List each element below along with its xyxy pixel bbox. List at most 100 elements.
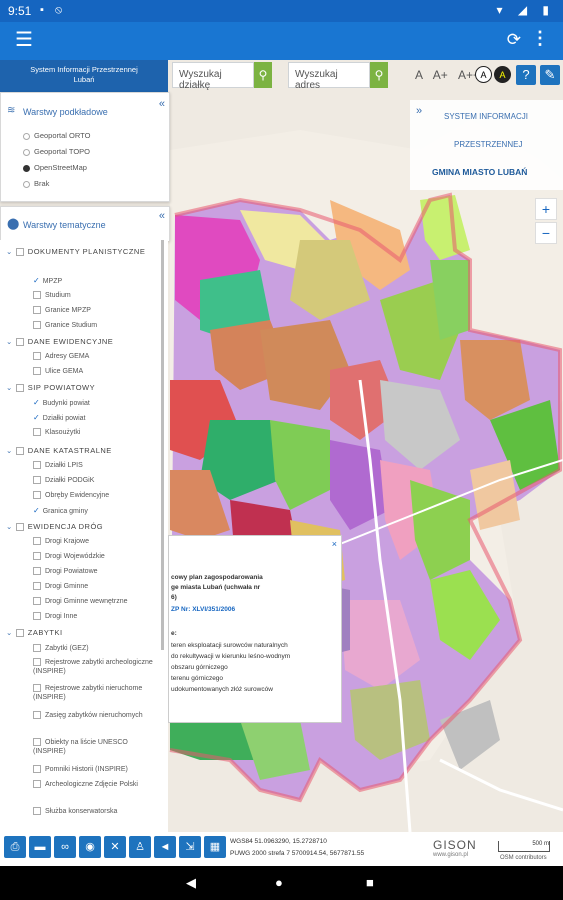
close-icon[interactable]: × [332, 539, 337, 549]
info-line-1: SYSTEM INFORMACJI [444, 112, 529, 121]
layers-icon: ≋ [7, 105, 16, 116]
contrast-normal-button[interactable]: A [475, 66, 492, 83]
font-medium-button[interactable]: A+ [433, 68, 448, 82]
layer-drogi-gminne[interactable]: Drogi Gminne [33, 582, 155, 591]
refresh-icon[interactable]: ⟳ [507, 30, 521, 50]
coords-puwg: PUWG 2000 strefa 7 5700914.54, 5677871.5… [230, 850, 365, 857]
zoom-in-button[interactable]: + [535, 198, 557, 220]
popup-desc-line: udokumentowanych złóż surowców [171, 686, 273, 693]
popup-desc-line: do rekultywacji w kierunku leśno-wodnym [171, 653, 291, 660]
layer-ulice[interactable]: Ulice GEMA [33, 367, 155, 376]
coords-wgs84: WGS84 51.0963290, 15.2728710 [230, 838, 327, 845]
layer-budynki[interactable]: ✓ Budynki powiat [33, 398, 155, 408]
map-book-icon[interactable]: ▦ [204, 836, 226, 858]
layer-studium[interactable]: Studium [33, 291, 155, 300]
layer-drogi-powiatowe[interactable]: Drogi Powiatowe [33, 567, 155, 576]
group-dokumenty[interactable]: ⌄ DOKUMENTY PLANISTYCZNE [6, 247, 145, 257]
layer-pomniki-historii[interactable]: Pomniki Historii (INSPIRE) [33, 765, 155, 774]
zoom-out-button[interactable]: − [535, 222, 557, 244]
collapse-base-icon[interactable]: « [159, 98, 165, 110]
thematic-layers-header: ⬤ Warstwy tematyczne « [0, 206, 170, 241]
layer-sluzba-konserwatorska[interactable]: Służba konserwatorska [33, 807, 155, 816]
group-sip-powiatowy[interactable]: ⌄ SIP POWIATOWY [6, 383, 95, 393]
base-layer-option[interactable]: Brak [23, 179, 49, 188]
locate-icon[interactable]: ◉ [79, 836, 101, 858]
font-small-button[interactable]: A [415, 68, 422, 82]
base-layers-title: Warstwy podkładowe [23, 107, 108, 117]
expand-panel-icon[interactable]: » [416, 105, 422, 117]
recents-icon[interactable]: ■ [366, 875, 374, 890]
gison-url: www.gison.pl [433, 852, 469, 858]
layer-adresy[interactable]: Adresy GEMA [33, 352, 155, 361]
notification-icons: ▪ ⦸ [40, 4, 67, 16]
layer-granica-gminy[interactable]: ✓ Granica gminy [33, 506, 155, 516]
menu-icon[interactable]: ☰ [15, 30, 35, 50]
plot-search-icon[interactable]: ⚲ [254, 62, 272, 88]
tools-icon[interactable]: ✎ [540, 65, 560, 85]
layer-zasieg-zabytkow[interactable]: Zasięg zabytków nieruchomych [33, 711, 155, 720]
layer-drogi-wewnetrzne[interactable]: Drogi Gminne wewnętrzne [33, 597, 155, 606]
layer-podgik[interactable]: Działki PODGiK [33, 476, 155, 485]
link-icon[interactable]: ∞ [54, 836, 76, 858]
layer-tree-scrollbar[interactable] [161, 240, 164, 650]
layer-azp[interactable]: Archeologiczne Zdjęcie Polski [33, 780, 155, 789]
navigate-icon[interactable]: ◄ [154, 836, 176, 858]
plot-search-input[interactable]: Wyszukaj działkę [172, 62, 254, 91]
layer-tree: ⌄ DOKUMENTY PLANISTYCZNE ✓ MPZP Studium Gr… [0, 240, 168, 832]
layer-drogi-inne[interactable]: Drogi Inne [33, 612, 155, 621]
layer-granice-studium[interactable]: Granice Studium [33, 321, 155, 330]
group-katastralne[interactable]: ⌄ DANE KATASTRALNE [6, 446, 112, 456]
layer-drogi-wojewodzkie[interactable]: Drogi Wojewódzkie [33, 552, 155, 561]
group-ewidencyjne[interactable]: ⌄ DANE EWIDENCYJNE [6, 337, 113, 347]
address-search-input[interactable]: Wyszukaj adres [288, 62, 370, 91]
streetview-icon[interactable]: ♙ [129, 836, 151, 858]
layer-zabytki-archeo[interactable]: Rejestrowe zabytki archeologiczne (INSPI… [33, 658, 155, 676]
popup-resolution-link[interactable]: ZP Nr: XLVI/351/2006 [171, 606, 235, 613]
address-search-icon[interactable]: ⚲ [370, 62, 388, 88]
base-layer-option[interactable]: Geoportal TOPO [23, 147, 90, 156]
coordinates-readout: WGS84 51.0963290, 15.2728710 PUWG 2000 s… [230, 838, 364, 857]
pin-icon: ⬤ [7, 218, 20, 230]
layer-drogi-krajowe[interactable]: Drogi Krajowe [33, 537, 155, 546]
collapse-thematic-icon[interactable]: « [159, 210, 165, 222]
status-bar: 9:51 ▪ ⦸ ▾ ◢ ▮ [0, 0, 563, 22]
font-size-controls: A A+ A++ [415, 68, 480, 82]
popup-title-line: 6) [171, 594, 177, 601]
osm-attribution[interactable]: OSM contributors [500, 855, 547, 861]
layer-unesco[interactable]: Obiekty na liście UNESCO (INSPIRE) [33, 738, 155, 756]
layer-obreby[interactable]: Obręby Ewidencyjne [33, 491, 155, 500]
layer-lpis[interactable]: Działki LPIS [33, 461, 155, 470]
brand-subtitle: Lubań [73, 75, 95, 84]
base-layer-option[interactable]: Geoportal ORTO [23, 131, 90, 140]
layer-mpzp[interactable]: ✓ MPZP [33, 276, 155, 286]
contrast-high-button[interactable]: A [494, 66, 511, 83]
popup-label: e: [171, 630, 177, 637]
system-icons: ▾ ◢ ▮ [496, 3, 555, 17]
fullscreen-icon[interactable]: ✕ [104, 836, 126, 858]
back-icon[interactable]: ◀ [186, 875, 196, 891]
brand-header: System Informacji Przestrzennej Lubań [0, 60, 168, 92]
help-icon[interactable]: ? [516, 65, 536, 85]
layer-zabytki-nieruchome[interactable]: Rejestrowe zabytki nieruchome (INSPIRE) [33, 684, 155, 702]
home-icon[interactable]: ● [275, 875, 283, 890]
group-drogi[interactable]: ⌄ EWIDENCJA DRÓG [6, 522, 103, 532]
status-time: 9:51 [8, 4, 32, 18]
popup-title-line: cowy plan zagospodarowania [171, 574, 263, 581]
feature-info-popup: × cowy plan zagospodarowania ge miasta L… [168, 535, 342, 723]
popup-desc-line: obszaru górniczego [171, 664, 228, 671]
layer-klasouzytki[interactable]: Klasoużytki [33, 428, 155, 437]
more-options-icon[interactable]: ⋮ [531, 28, 549, 49]
export-icon[interactable]: ⇲ [179, 836, 201, 858]
info-line-2: PRZESTRZENNEJ [454, 140, 523, 149]
print-icon[interactable]: ⎙ [4, 836, 26, 858]
app-bar: ☰ ⟳ ⋮ [0, 22, 563, 60]
layer-dzialki-powiat[interactable]: ✓ Działki powiat [33, 413, 155, 423]
map-toolbar: ⎙ ▬ ∞ ◉ ✕ ♙ ◄ ⇲ ▦ [0, 836, 230, 866]
scale-bar: 500 m [498, 841, 550, 852]
base-layer-option[interactable]: OpenStreetMap [23, 163, 87, 172]
layer-zabytki-gez[interactable]: Zabytki (GEZ) [33, 644, 155, 653]
group-zabytki[interactable]: ⌄ ZABYTKI [6, 628, 63, 638]
measure-icon[interactable]: ▬ [29, 836, 51, 858]
popup-desc-line: teren eksploatacji surowców naturalnych [171, 642, 288, 649]
layer-granice-mpzp[interactable]: Granice MPZP [33, 306, 155, 315]
